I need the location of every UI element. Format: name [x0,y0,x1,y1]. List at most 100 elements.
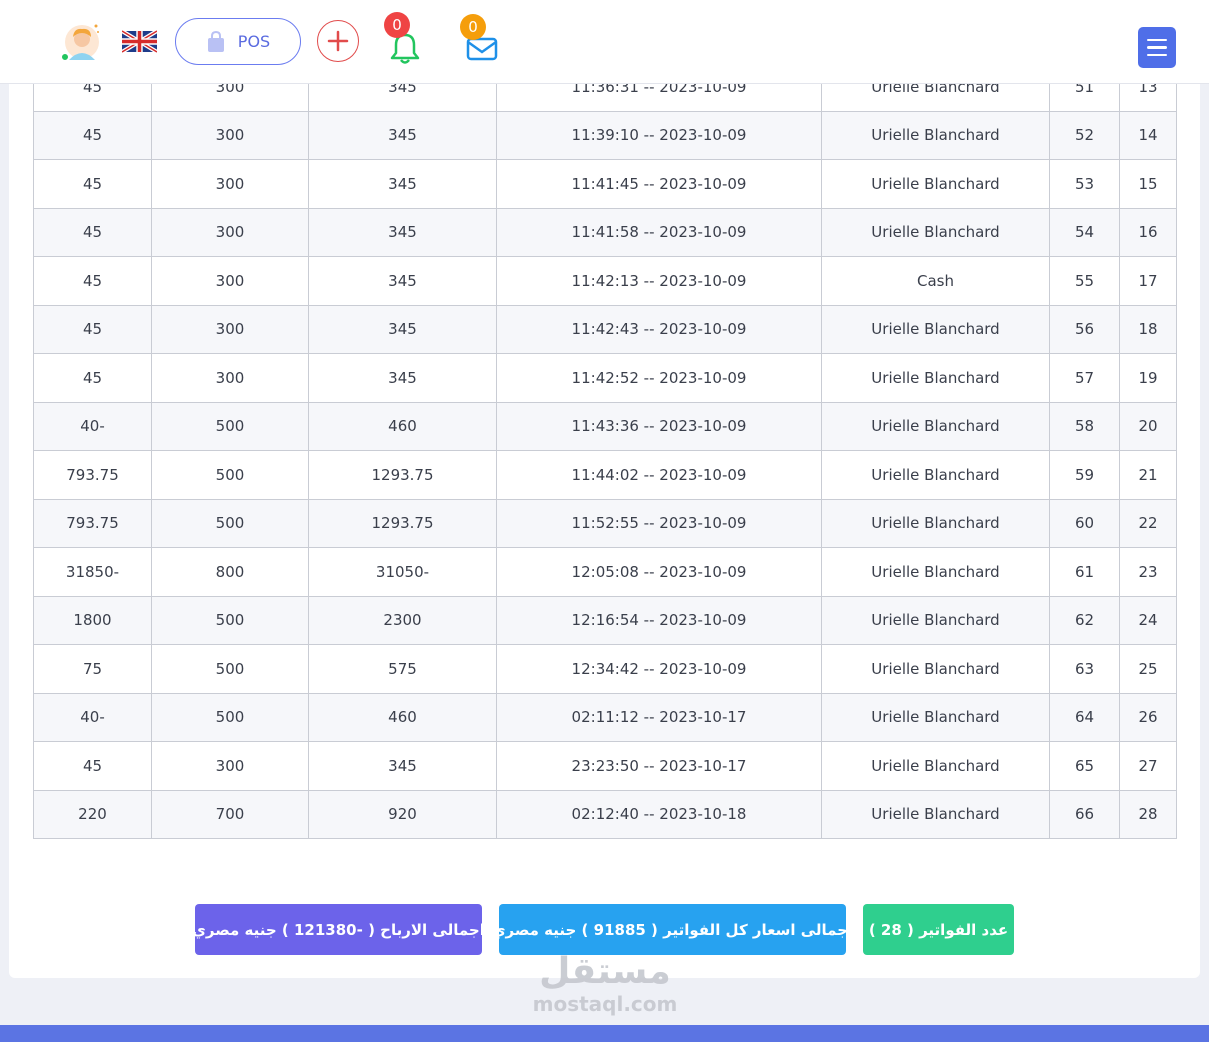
invoice-id-cell: 57 [1049,353,1120,403]
table-row: 45 300 345 23:23:50 -- 2023-10-17 Urielle Bl… [33,741,1177,791]
table-row: 75 500 575 12:34:42 -- 2023-10-09 Urielle Bl… [33,644,1177,694]
profit-cell: 75 [33,644,152,694]
profit-cell: 31850- [33,547,152,597]
customer-cell: Urielle Blanchard [821,595,1050,645]
plus-icon [327,30,349,52]
table-row: 793.75 500 1293.75 11:44:02 -- 2023-10-09 Ur… [33,450,1177,500]
notifications-badge: 0 [384,12,410,38]
hamburger-menu-icon[interactable] [1138,27,1176,68]
cost-cell: 500 [151,450,309,500]
invoice-id-cell: 62 [1049,595,1120,645]
online-status-dot [60,52,70,62]
customer-cell: Urielle Blanchard [821,789,1050,839]
profit-cell: 45 [33,159,152,209]
table-row: 220 700 920 02:12:40 -- 2023-10-18 Urielle B… [33,789,1177,839]
watermark-arabic: مستقل [539,951,671,992]
invoice-id-cell: 53 [1049,159,1120,209]
customer-cell: Urielle Blanchard [821,692,1050,742]
price-cell: 345 [308,256,497,306]
invoice-id-cell: 61 [1049,547,1120,597]
price-cell: 345 [308,159,497,209]
table-row: 31850- 800 31050- 12:05:08 -- 2023-10-09 Uri… [33,547,1177,597]
customer-cell: Urielle Blanchard [821,644,1050,694]
cost-cell: 300 [151,741,309,791]
uk-flag-icon[interactable] [122,30,157,53]
invoice-id-cell: 60 [1049,498,1120,548]
cost-cell: 300 [151,353,309,403]
datetime-cell: 11:41:58 -- 2023-10-09 [496,207,822,257]
price-cell: 345 [308,110,497,160]
cost-cell: 500 [151,644,309,694]
row-number-cell: 26 [1119,692,1177,742]
datetime-cell: 11:52:55 -- 2023-10-09 [496,498,822,548]
customer-cell: Urielle Blanchard [821,159,1050,209]
cost-cell: 300 [151,207,309,257]
add-new-button[interactable] [317,20,359,62]
shopping-bag-icon [207,30,224,52]
invoice-id-cell: 66 [1049,789,1120,839]
row-number-cell: 27 [1119,741,1177,791]
table-row: 45 300 345 11:39:10 -- 2023-10-09 Urielle Bl… [33,110,1177,160]
price-cell: 460 [308,692,497,742]
price-cell: 460 [308,401,497,451]
price-cell: 1293.75 [308,450,497,500]
invoice-id-cell: 59 [1049,450,1120,500]
table-row: 45 300 345 11:41:45 -- 2023-10-09 Urielle Bl… [33,159,1177,209]
table-row: 45 300 345 11:41:58 -- 2023-10-09 Urielle Bl… [33,207,1177,257]
cost-cell: 300 [151,256,309,306]
footer-bar [0,1025,1209,1042]
profit-cell: 40- [33,401,152,451]
customer-cell: Urielle Blanchard [821,353,1050,403]
invoice-id-cell: 63 [1049,644,1120,694]
profit-cell: 45 [33,741,152,791]
customer-cell: Urielle Blanchard [821,498,1050,548]
profit-cell: 793.75 [33,450,152,500]
datetime-cell: 11:42:13 -- 2023-10-09 [496,256,822,306]
datetime-cell: 11:39:10 -- 2023-10-09 [496,110,822,160]
cost-cell: 500 [151,692,309,742]
datetime-cell: 02:11:12 -- 2023-10-17 [496,692,822,742]
cost-cell: 500 [151,595,309,645]
row-number-cell: 20 [1119,401,1177,451]
table-row: 45 300 345 11:42:52 -- 2023-10-09 Urielle Bl… [33,353,1177,403]
row-number-cell: 18 [1119,304,1177,354]
row-number-cell: 15 [1119,159,1177,209]
pos-button[interactable]: POS [175,18,301,65]
invoice-id-cell: 65 [1049,741,1120,791]
datetime-cell: 11:42:52 -- 2023-10-09 [496,353,822,403]
customer-cell: Urielle Blanchard [821,207,1050,257]
cost-cell: 300 [151,159,309,209]
profit-cell: 45 [33,207,152,257]
messages-badge: 0 [460,14,486,40]
datetime-cell: 11:43:36 -- 2023-10-09 [496,401,822,451]
cost-cell: 300 [151,304,309,354]
customer-cell: Cash [821,256,1050,306]
datetime-cell: 11:44:02 -- 2023-10-09 [496,450,822,500]
invoices-count-button[interactable]: عدد الفواتير ( 28 ) [863,904,1014,955]
total-invoices-price-button[interactable]: اجمالى اسعار كل الفواتير ( 91885 ) جنيه … [492,904,853,955]
datetime-cell: 02:12:40 -- 2023-10-18 [496,789,822,839]
table-row: 45 300 345 11:42:13 -- 2023-10-09 Cash 55 17 [33,256,1177,306]
invoice-id-cell: 56 [1049,304,1120,354]
customer-cell: Urielle Blanchard [821,547,1050,597]
total-profits-button[interactable]: اجمالى الارباح ( -121380 ) جنيه مصري [192,904,485,955]
row-number-cell: 22 [1119,498,1177,548]
row-number-cell: 17 [1119,256,1177,306]
profit-cell: 45 [33,304,152,354]
profit-cell: 45 [33,256,152,306]
price-cell: 2300 [308,595,497,645]
datetime-cell: 11:41:45 -- 2023-10-09 [496,159,822,209]
datetime-cell: 12:16:54 -- 2023-10-09 [496,595,822,645]
user-avatar[interactable] [60,22,102,62]
price-cell: 345 [308,741,497,791]
row-number-cell: 16 [1119,207,1177,257]
datetime-cell: 11:42:43 -- 2023-10-09 [496,304,822,354]
price-cell: 345 [308,353,497,403]
cost-cell: 500 [151,498,309,548]
datetime-cell: 23:23:50 -- 2023-10-17 [496,741,822,791]
table-row: 40- 500 460 11:43:36 -- 2023-10-09 Urielle B… [33,401,1177,451]
invoice-id-cell: 64 [1049,692,1120,742]
price-cell: 345 [308,304,497,354]
row-number-cell: 24 [1119,595,1177,645]
cost-cell: 500 [151,401,309,451]
